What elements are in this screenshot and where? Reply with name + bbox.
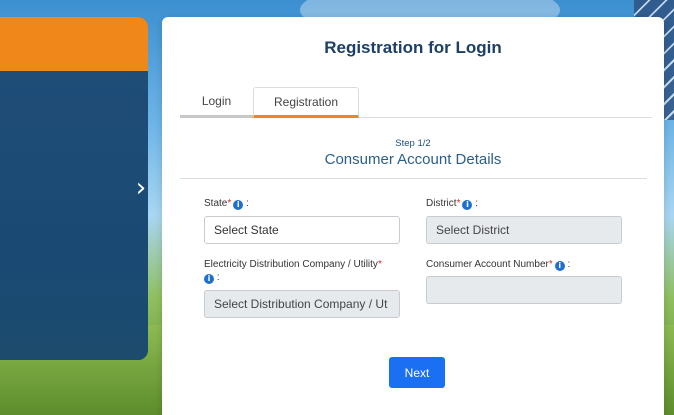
promo-header — [0, 17, 148, 71]
label-colon: : — [472, 198, 479, 209]
utility-select[interactable]: Select Distribution Company / Ut — [204, 290, 400, 318]
tab-registration[interactable]: Registration — [253, 87, 359, 118]
label-colon: : — [564, 259, 571, 270]
account-number-field[interactable] — [426, 276, 622, 304]
next-button[interactable]: Next — [389, 357, 445, 388]
utility-label: Electricity Distribution Company / Utili… — [204, 258, 404, 284]
section-title: Consumer Account Details — [324, 151, 502, 168]
district-label: District* i : — [426, 197, 478, 210]
tab-bar: Login Registration — [180, 87, 652, 118]
info-icon[interactable]: i — [554, 261, 565, 271]
required-marker: * — [456, 198, 461, 209]
state-label: State* i : — [204, 197, 249, 210]
info-icon[interactable]: i — [462, 200, 473, 210]
account-number-label-text: Consumer Account Number — [426, 259, 549, 270]
utility-label-text: Electricity Distribution Company / Utili… — [204, 259, 378, 270]
label-colon: : — [214, 272, 220, 283]
section-divider — [180, 178, 647, 179]
district-select[interactable]: Select District — [426, 216, 622, 244]
required-marker: * — [227, 198, 232, 209]
label-colon: : — [243, 198, 249, 209]
page-title: Registration for Login — [324, 38, 502, 57]
state-select[interactable]: Select State — [204, 216, 400, 244]
required-marker: * — [377, 259, 382, 270]
chevron-right-icon[interactable]: › — [131, 174, 151, 202]
tab-login[interactable]: Login — [180, 87, 253, 118]
info-icon[interactable]: i — [233, 200, 244, 210]
required-marker: * — [548, 259, 553, 270]
district-label-text: District — [426, 198, 457, 209]
promo-body — [0, 71, 148, 360]
registration-card: Registration for Login Login Registratio… — [162, 17, 664, 415]
promo-banner — [0, 17, 148, 360]
info-icon[interactable]: i — [204, 274, 214, 284]
step-indicator: Step 1/2 — [395, 138, 431, 149]
state-label-text: State — [204, 198, 228, 209]
account-number-label: Consumer Account Number* i : — [426, 258, 570, 271]
